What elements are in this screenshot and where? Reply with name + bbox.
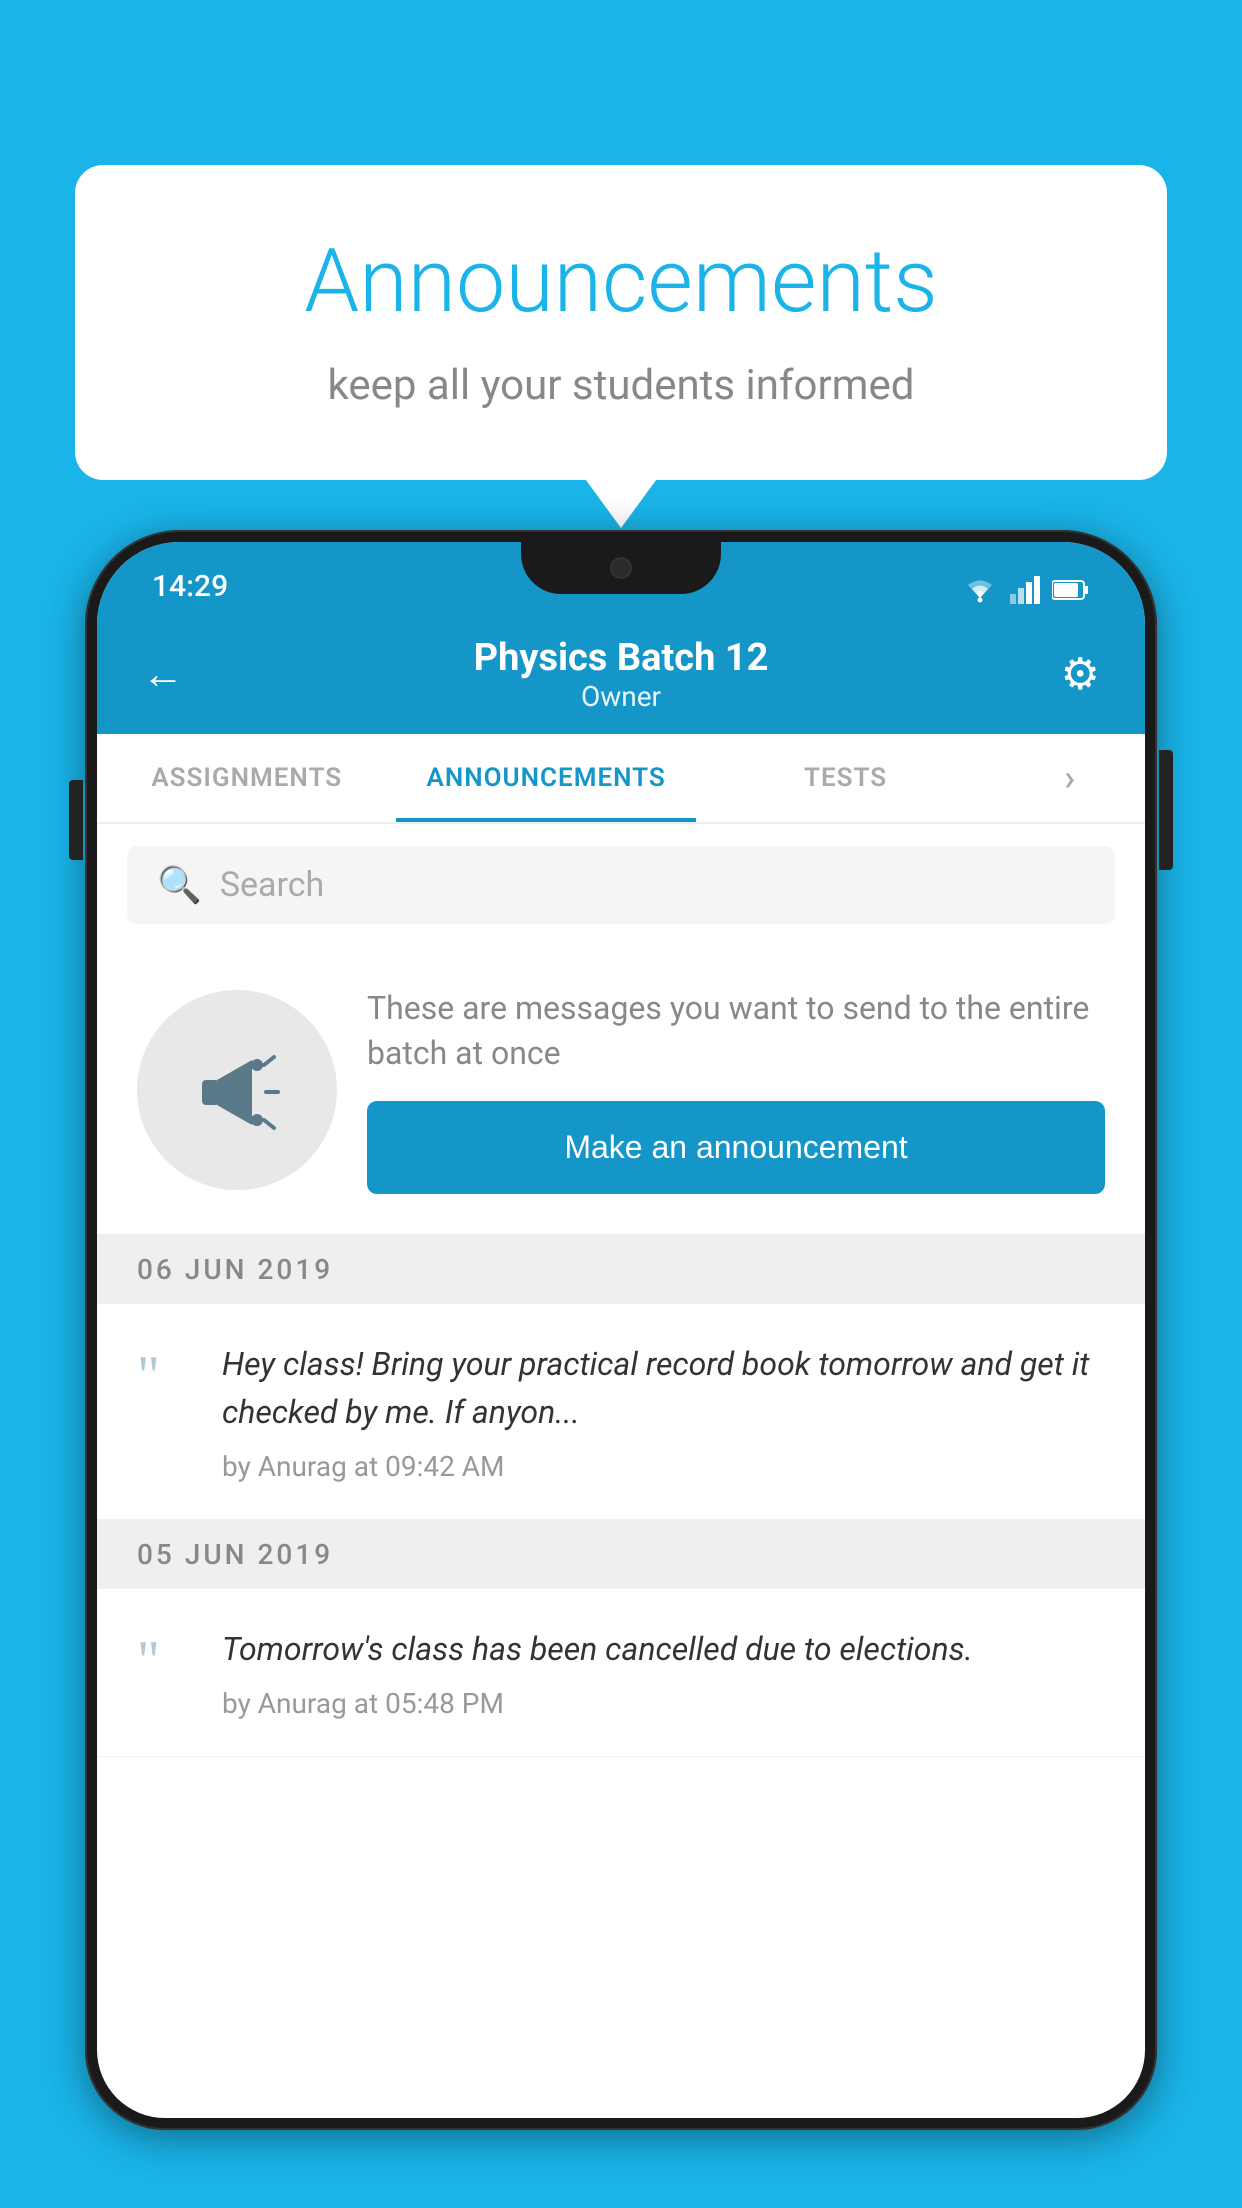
announcement-text-2: Tomorrow's class has been cancelled due … — [222, 1625, 1105, 1673]
announcement-text-1: Hey class! Bring your practical record b… — [222, 1340, 1105, 1436]
phone-mockup: 14:29 — [85, 530, 1157, 2208]
date-divider-1: 06 JUN 2019 — [97, 1235, 1145, 1304]
camera-dot — [610, 557, 632, 579]
announcement-item-1[interactable]: " Hey class! Bring your practical record… — [97, 1304, 1145, 1520]
quote-icon-1: " — [137, 1348, 192, 1404]
app-header: ← Physics Batch 12 Owner ⚙ — [97, 614, 1145, 734]
phone-outer: 14:29 — [85, 530, 1157, 2130]
status-icons — [962, 576, 1090, 604]
header-subtitle: Owner — [474, 680, 769, 713]
signal-icon — [1010, 576, 1040, 604]
announcement-meta-2: by Anurag at 05:48 PM — [222, 1687, 1105, 1720]
announcement-promo: These are messages you want to send to t… — [97, 946, 1145, 1235]
tab-tests[interactable]: TESTS — [696, 734, 995, 822]
wifi-icon — [962, 576, 998, 604]
promo-right: These are messages you want to send to t… — [367, 986, 1105, 1194]
announcement-item-2[interactable]: " Tomorrow's class has been cancelled du… — [97, 1589, 1145, 1757]
settings-icon[interactable]: ⚙ — [1061, 648, 1100, 700]
speech-bubble: Announcements keep all your students inf… — [75, 165, 1167, 480]
search-bar[interactable]: 🔍 Search — [127, 846, 1115, 924]
search-input[interactable]: Search — [220, 865, 324, 905]
megaphone-icon — [182, 1035, 292, 1145]
speech-bubble-section: Announcements keep all your students inf… — [75, 165, 1167, 480]
tab-more[interactable]: › — [995, 734, 1145, 822]
bubble-title: Announcements — [155, 230, 1087, 333]
search-container: 🔍 Search — [97, 824, 1145, 946]
announcement-content-2: Tomorrow's class has been cancelled due … — [222, 1625, 1105, 1720]
make-announcement-button[interactable]: Make an announcement — [367, 1101, 1105, 1194]
bubble-subtitle: keep all your students informed — [155, 361, 1087, 410]
back-button[interactable]: ← — [142, 650, 184, 699]
tab-announcements[interactable]: ANNOUNCEMENTS — [396, 734, 695, 822]
tab-assignments[interactable]: ASSIGNMENTS — [97, 734, 396, 822]
quote-icon-2: " — [137, 1633, 192, 1689]
header-center: Physics Batch 12 Owner — [474, 636, 769, 713]
header-title: Physics Batch 12 — [474, 636, 769, 680]
phone-screen: 14:29 — [97, 542, 1145, 2118]
phone-notch — [521, 542, 721, 594]
promo-icon-circle — [137, 990, 337, 1190]
battery-icon — [1052, 579, 1090, 601]
promo-description: These are messages you want to send to t… — [367, 986, 1105, 1076]
search-icon: 🔍 — [157, 864, 202, 906]
announcement-content-1: Hey class! Bring your practical record b… — [222, 1340, 1105, 1483]
announcement-meta-1: by Anurag at 09:42 AM — [222, 1450, 1105, 1483]
status-time: 14:29 — [152, 569, 228, 604]
date-divider-2: 05 JUN 2019 — [97, 1520, 1145, 1589]
tabs-bar: ASSIGNMENTS ANNOUNCEMENTS TESTS › — [97, 734, 1145, 824]
